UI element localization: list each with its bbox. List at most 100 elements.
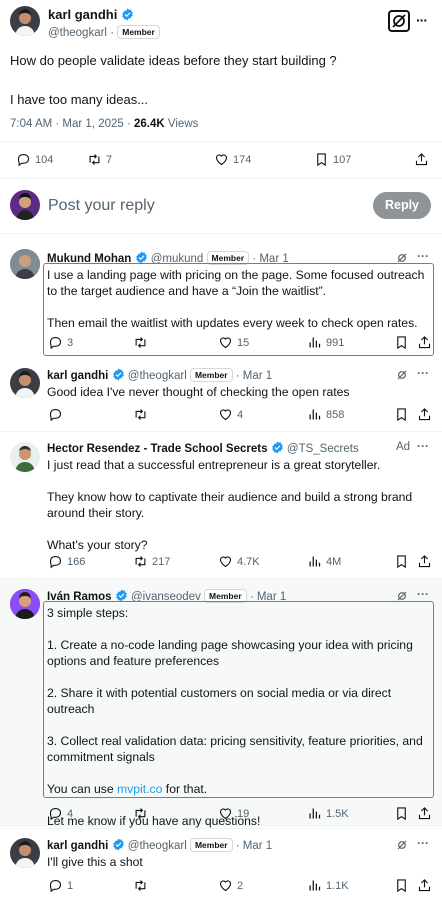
avatar[interactable] xyxy=(10,368,40,398)
bookmark-action[interactable] xyxy=(394,806,409,821)
share-action[interactable] xyxy=(417,806,432,821)
reply-paragraph: Good idea I've never thought of checking… xyxy=(47,385,350,399)
avatar[interactable] xyxy=(10,589,40,619)
mvpit-link[interactable]: mvpit.co xyxy=(117,782,162,796)
like-action[interactable]: 4.7K xyxy=(218,554,260,569)
reply-paragraph: 1. Create a no-code landing page showcas… xyxy=(47,638,413,668)
reply-action[interactable]: 166 xyxy=(48,554,85,569)
repost-count: 217 xyxy=(152,555,171,568)
like-count: 19 xyxy=(237,807,250,820)
more-icon[interactable]: ··· xyxy=(417,249,429,263)
more-icon[interactable]: ··· xyxy=(417,587,429,601)
bookmark-action[interactable] xyxy=(394,554,409,569)
link-suffix: for that. xyxy=(162,782,208,796)
avatar[interactable] xyxy=(10,838,40,868)
reply-action[interactable]: 1 xyxy=(48,878,73,893)
views-action[interactable]: 991 xyxy=(307,335,344,350)
share-action[interactable] xyxy=(417,335,432,350)
reply-body: Good idea I've never thought of checking… xyxy=(47,384,433,400)
views-action[interactable]: 1.5K xyxy=(307,806,349,821)
reply-actions: 3 15 991 xyxy=(0,335,442,353)
handle[interactable]: @theogkarl xyxy=(128,840,187,852)
author-name[interactable]: karl gandhi xyxy=(48,7,117,22)
reply-count: 166 xyxy=(67,555,86,568)
like-action[interactable]: 2 xyxy=(218,878,243,893)
more-icon[interactable]: ··· xyxy=(416,12,428,28)
reply-count: 1 xyxy=(67,879,74,892)
reply-action[interactable]: 104 xyxy=(16,152,53,167)
avatar[interactable] xyxy=(10,6,40,36)
analytics-icon xyxy=(309,880,321,891)
views-count: 26.4K xyxy=(134,118,165,130)
verified-icon xyxy=(112,838,124,851)
analytics-icon xyxy=(309,337,321,348)
repost-action[interactable] xyxy=(133,878,148,893)
verified-icon xyxy=(112,368,124,381)
repost-action[interactable] xyxy=(133,335,148,350)
repost-action[interactable] xyxy=(133,407,148,422)
reply-paragraph: I'll give this a shot xyxy=(47,855,143,869)
repost-icon xyxy=(135,337,146,348)
author-name[interactable]: Hector Resendez - Trade School Secrets xyxy=(47,443,268,455)
avatar[interactable] xyxy=(10,442,40,472)
like-count: 174 xyxy=(233,153,252,166)
reply-action[interactable]: 3 xyxy=(48,335,73,350)
bookmark-action[interactable] xyxy=(394,407,409,422)
share-action[interactable] xyxy=(417,554,432,569)
post-text-2: I have too many ideas... xyxy=(10,92,149,107)
post-text-1: How do people validate ideas before they… xyxy=(10,53,337,68)
more-icon[interactable]: ··· xyxy=(417,439,429,453)
views-action[interactable]: 4M xyxy=(307,554,341,569)
reply-actions: 4 858 xyxy=(0,407,442,425)
grok-button[interactable] xyxy=(388,10,410,32)
heart-icon xyxy=(219,808,232,820)
share-action[interactable] xyxy=(417,407,432,422)
repost-action[interactable] xyxy=(133,806,148,821)
repost-action[interactable]: 217 xyxy=(133,554,170,569)
repost-icon xyxy=(135,409,146,420)
reply-actions: 1 2 1.1K xyxy=(0,878,442,896)
handle[interactable]: @theogkarl xyxy=(128,370,187,382)
link-prefix: You can use xyxy=(47,782,118,796)
views-count: 1.5K xyxy=(326,807,349,820)
handle[interactable]: @theogkarl xyxy=(48,27,107,39)
repost-action[interactable]: 7 xyxy=(87,152,112,167)
verified-icon xyxy=(122,8,133,21)
reply-header: karl gandhi @theogkarl Member · Mar 1 xyxy=(47,838,272,852)
like-action[interactable]: 174 xyxy=(214,152,251,167)
like-action[interactable]: 15 xyxy=(218,335,249,350)
heart-icon xyxy=(219,409,232,421)
grok-icon[interactable] xyxy=(396,839,408,851)
reply-button[interactable]: Reply xyxy=(373,192,431,219)
author-name[interactable]: karl gandhi xyxy=(47,840,108,852)
share-icon xyxy=(418,555,431,568)
views-action[interactable]: 858 xyxy=(307,407,344,422)
handle[interactable]: @TS_Secrets xyxy=(287,443,359,455)
author-line: karl gandhi xyxy=(48,7,134,22)
like-action[interactable]: 4 xyxy=(218,407,243,422)
more-icon[interactable]: ··· xyxy=(417,836,429,850)
reply-input[interactable]: Post your reply xyxy=(48,197,155,215)
reply-icon xyxy=(49,879,62,893)
more-icon[interactable]: ··· xyxy=(417,366,429,380)
post-time[interactable]: 7:04 AM · Mar 1, 2025 · xyxy=(10,118,131,130)
share-icon xyxy=(418,336,431,349)
bookmark-action[interactable]: 107 xyxy=(314,152,351,167)
views-action[interactable]: 1.1K xyxy=(307,878,349,893)
grok-icon xyxy=(392,14,406,28)
reply-action[interactable]: 4 xyxy=(48,806,73,821)
bookmark-action[interactable] xyxy=(394,878,409,893)
grok-icon[interactable] xyxy=(396,369,408,381)
author-name[interactable]: karl gandhi xyxy=(47,370,108,382)
avatar[interactable] xyxy=(10,249,40,279)
views-count: 4M xyxy=(326,555,342,568)
like-action[interactable]: 19 xyxy=(218,806,249,821)
bookmark-action[interactable] xyxy=(394,335,409,350)
reply-count: 4 xyxy=(67,807,74,820)
my-avatar[interactable] xyxy=(10,190,40,220)
share-action[interactable] xyxy=(414,152,429,167)
reply-actions: 166 217 4.7K 4M xyxy=(0,554,442,572)
share-action[interactable] xyxy=(417,878,432,893)
analytics-icon xyxy=(309,556,321,567)
reply-action[interactable] xyxy=(48,407,63,422)
